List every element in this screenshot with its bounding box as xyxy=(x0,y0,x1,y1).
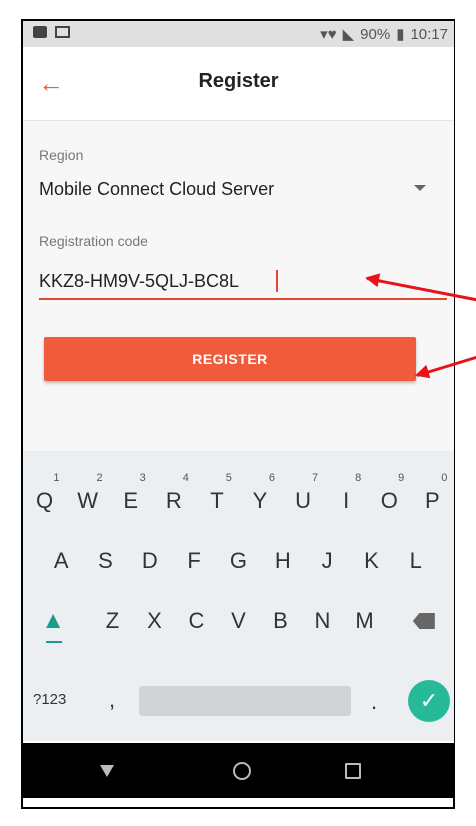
status-bar: ▾♥ ◣ 90% ▮ 10:17 xyxy=(23,21,454,47)
key-number-hint: 9 xyxy=(398,472,405,484)
key-o[interactable]: O9 xyxy=(370,473,408,521)
register-button[interactable]: REGISTER xyxy=(44,337,416,381)
key-y[interactable]: Y6 xyxy=(241,473,279,521)
row3-letters: ZXCVBNM xyxy=(94,601,382,641)
shift-indicator xyxy=(46,641,63,643)
key-v[interactable]: V xyxy=(220,601,256,641)
key-g[interactable]: G xyxy=(219,541,257,581)
keyboard-row-3: ▲ ZXCVBNM xyxy=(23,601,454,643)
comma-key[interactable]: , xyxy=(109,687,115,713)
period-key[interactable]: . xyxy=(371,689,377,715)
key-letter: Q xyxy=(35,488,54,513)
system-navigation-bar xyxy=(23,743,454,798)
key-b[interactable]: B xyxy=(262,601,298,641)
app-bar: ← Register xyxy=(23,47,454,121)
shift-key-icon[interactable]: ▲ xyxy=(34,601,72,643)
key-letter: E xyxy=(123,488,139,513)
backspace-icon xyxy=(412,613,435,629)
key-f[interactable]: F xyxy=(175,541,213,581)
key-number-hint: 1 xyxy=(53,472,60,484)
key-number-hint: 2 xyxy=(96,472,103,484)
nav-back-icon[interactable] xyxy=(100,765,114,777)
text-cursor xyxy=(276,270,278,292)
symbols-mode-key[interactable]: ?123 xyxy=(33,691,66,708)
key-r[interactable]: R4 xyxy=(155,473,193,521)
clock: 10:17 xyxy=(410,25,448,43)
phone-screen: ▾♥ ◣ 90% ▮ 10:17 ← Register Region Mobil… xyxy=(23,21,454,798)
nav-home-icon[interactable] xyxy=(233,762,251,780)
key-number-hint: 4 xyxy=(182,472,189,484)
key-letter: T xyxy=(210,488,224,513)
keyboard-row-1: Q1W2E3R4T5Y6U7I8O9P0 xyxy=(23,473,454,521)
key-letter: O xyxy=(380,488,398,513)
key-l[interactable]: L xyxy=(397,541,435,581)
key-m[interactable]: M xyxy=(346,601,382,641)
key-p[interactable]: P0 xyxy=(413,473,451,521)
signal-icon: ◣ xyxy=(342,26,355,43)
key-s[interactable]: S xyxy=(86,541,124,581)
notification-icons xyxy=(33,26,70,38)
key-number-hint: 5 xyxy=(225,472,232,484)
screen-notification-icon xyxy=(55,26,70,38)
region-select[interactable]: Mobile Connect Cloud Server xyxy=(39,179,274,200)
key-letter: W xyxy=(77,488,99,513)
key-j[interactable]: J xyxy=(308,541,346,581)
soft-keyboard: Q1W2E3R4T5Y6U7I8O9P0 ASDFGHJKL ▲ ZXCVBNM… xyxy=(23,451,454,741)
key-t[interactable]: T5 xyxy=(198,473,236,521)
key-q[interactable]: Q1 xyxy=(26,473,64,521)
key-d[interactable]: D xyxy=(131,541,169,581)
key-h[interactable]: H xyxy=(264,541,302,581)
keyboard-row-2: ASDFGHJKL xyxy=(23,541,454,581)
key-number-hint: 7 xyxy=(311,472,319,484)
key-letter: I xyxy=(343,488,350,513)
dropdown-arrow-icon[interactable] xyxy=(414,185,426,191)
key-number-hint: 3 xyxy=(139,472,146,484)
key-i[interactable]: I8 xyxy=(327,473,365,521)
key-a[interactable]: A xyxy=(42,541,80,581)
image-notification-icon xyxy=(33,26,47,38)
key-letter: P xyxy=(425,488,440,513)
key-n[interactable]: N xyxy=(304,601,340,641)
key-k[interactable]: K xyxy=(352,541,390,581)
key-e[interactable]: E3 xyxy=(112,473,150,521)
system-icons: ▾♥ ◣ 90% ▮ 10:17 xyxy=(320,25,448,44)
register-form: Region Mobile Connect Cloud Server Regis… xyxy=(23,121,454,451)
key-w[interactable]: W2 xyxy=(69,473,107,521)
key-number-hint: 0 xyxy=(441,472,448,484)
space-bar[interactable] xyxy=(139,686,351,716)
key-z[interactable]: Z xyxy=(94,601,130,641)
page-title: Register xyxy=(198,70,279,92)
key-u[interactable]: U7 xyxy=(284,473,322,521)
enter-check-icon[interactable]: ✓ xyxy=(408,680,450,722)
wifi-icon: ▾♥ xyxy=(320,26,337,43)
battery-percent: 90% xyxy=(360,25,391,43)
battery-icon: ▮ xyxy=(396,26,405,43)
registration-code-label: Registration code xyxy=(39,233,148,249)
key-letter: Y xyxy=(252,488,268,513)
nav-recents-icon[interactable] xyxy=(345,763,361,779)
key-number-hint: 8 xyxy=(355,472,362,484)
backspace-key-icon[interactable] xyxy=(405,601,443,641)
key-x[interactable]: X xyxy=(136,601,172,641)
key-number-hint: 6 xyxy=(268,472,276,484)
key-letter: R xyxy=(165,488,182,513)
region-label: Region xyxy=(39,147,84,163)
key-c[interactable]: C xyxy=(178,601,214,641)
key-letter: U xyxy=(295,488,312,513)
